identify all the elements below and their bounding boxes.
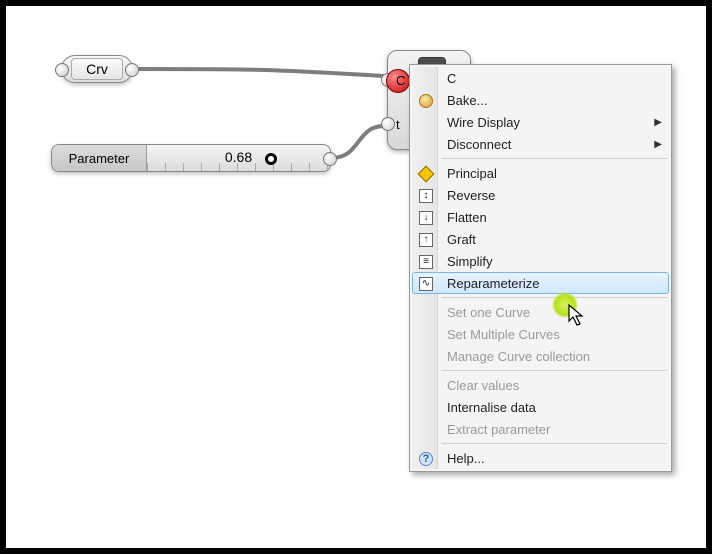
menu-title[interactable]: C [412,67,669,89]
menu-manage-curve-collection-label: Manage Curve collection [447,349,590,364]
menu-clear-values[interactable]: Clear values [412,374,669,396]
slider-label: Parameter [52,145,147,171]
menu-simplify[interactable]: ≡ Simplify [412,250,669,272]
menu-clear-values-label: Clear values [447,378,519,393]
menu-bake[interactable]: Bake... [412,89,669,111]
menu-title-label: C [447,71,456,86]
slider-knob[interactable] [265,153,277,165]
menu-flatten-label: Flatten [447,210,487,225]
slider-track[interactable]: 0.68 [147,145,330,171]
canvas[interactable]: Crv Parameter 0.68 C t P C Bake... [6,6,706,548]
menu-bake-label: Bake... [447,93,487,108]
menu-principal[interactable]: Principal [412,162,669,184]
menu-reverse-label: Reverse [447,188,495,203]
bake-icon [417,92,435,110]
context-menu: C Bake... Wire Display ▶ Disconnect ▶ Pr… [409,64,672,472]
submenu-arrow-icon: ▶ [654,139,662,150]
graft-icon: ↑ [417,231,435,249]
number-slider[interactable]: Parameter 0.68 [51,144,331,172]
menu-extract-parameter[interactable]: Extract parameter [412,418,669,440]
menu-separator [442,158,667,159]
menu-internalise-data-label: Internalise data [447,400,536,415]
menu-simplify-label: Simplify [447,254,493,269]
menu-disconnect[interactable]: Disconnect ▶ [412,133,669,155]
menu-extract-parameter-label: Extract parameter [447,422,550,437]
menu-graft[interactable]: ↑ Graft [412,228,669,250]
menu-set-one-curve-label: Set one Curve [447,305,530,320]
submenu-arrow-icon: ▶ [654,117,662,128]
grip-output-icon[interactable] [125,63,139,77]
menu-reparameterize-label: Reparameterize [447,276,540,291]
menu-separator [442,370,667,371]
reparam-icon: ∿ [417,275,435,293]
menu-reverse[interactable]: ↕ Reverse [412,184,669,206]
menu-wire-display-label: Wire Display [447,115,520,130]
input-t-label: t [396,117,400,132]
menu-graft-label: Graft [447,232,476,247]
menu-separator [442,297,667,298]
menu-reparameterize[interactable]: ∿ Reparameterize [412,272,669,294]
flatten-icon: ↓ [417,209,435,227]
simplify-icon: ≡ [417,253,435,271]
menu-wire-display[interactable]: Wire Display ▶ [412,111,669,133]
reverse-icon: ↕ [417,187,435,205]
grip-input-icon[interactable] [55,63,69,77]
menu-separator [442,443,667,444]
menu-set-multiple-curves[interactable]: Set Multiple Curves [412,323,669,345]
slider-value: 0.68 [147,149,330,165]
menu-set-multiple-curves-label: Set Multiple Curves [447,327,560,342]
curve-param-label: Crv [71,58,123,80]
menu-internalise-data[interactable]: Internalise data [412,396,669,418]
slider-output-grip-icon[interactable] [323,152,337,166]
menu-disconnect-label: Disconnect [447,137,511,152]
menu-principal-label: Principal [447,166,497,181]
help-icon: ? [417,450,435,468]
input-t-grip-icon[interactable] [381,117,395,131]
menu-help[interactable]: ? Help... [412,447,669,469]
curve-param-node[interactable]: Crv [61,55,133,83]
input-c-label: C [396,73,405,88]
diamond-icon [417,165,435,183]
menu-flatten[interactable]: ↓ Flatten [412,206,669,228]
menu-set-one-curve[interactable]: Set one Curve [412,301,669,323]
menu-help-label: Help... [447,451,485,466]
menu-manage-curve-collection[interactable]: Manage Curve collection [412,345,669,367]
